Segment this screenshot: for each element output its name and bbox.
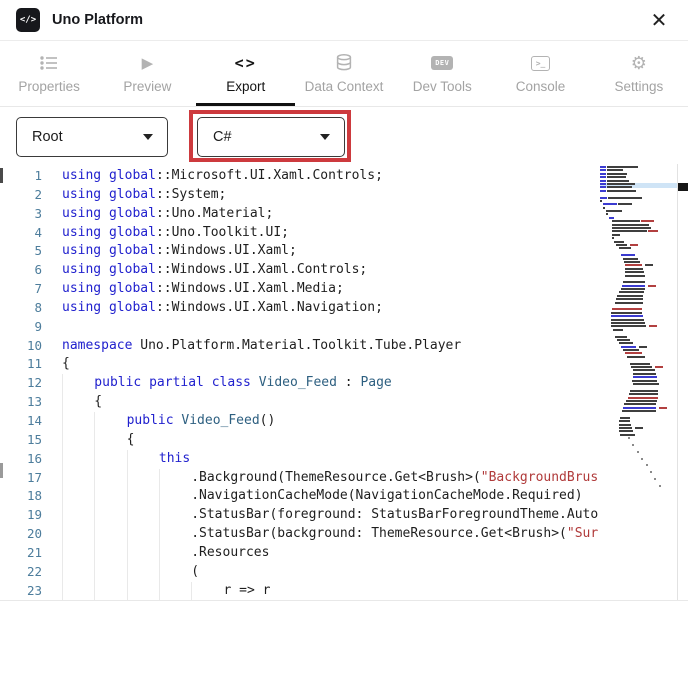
minimap-divider (677, 164, 678, 600)
root-element-select[interactable]: Root (16, 117, 168, 157)
tab-label: Console (516, 79, 566, 94)
properties-list-icon (40, 53, 58, 73)
tab-preview[interactable]: ▶ Preview (98, 41, 196, 106)
tab-data-context[interactable]: Data Context (295, 41, 393, 106)
chevron-down-icon (143, 134, 153, 140)
vertical-scrollbar-thumb[interactable] (678, 183, 688, 191)
tab-label: Data Context (305, 79, 384, 94)
minimap[interactable] (600, 166, 677, 596)
gear-icon: ⚙ (631, 53, 647, 73)
tab-properties[interactable]: Properties (0, 41, 98, 106)
code-brackets-icon: <> (235, 53, 257, 73)
bottom-bar (0, 600, 688, 673)
database-icon (336, 53, 352, 73)
chevron-down-icon (320, 134, 330, 140)
editor-edge-mark (0, 168, 3, 183)
root-select-value: Root (32, 129, 63, 145)
close-icon[interactable]: ✕ (646, 7, 672, 33)
active-tab-underline (196, 103, 295, 106)
tab-label: Export (226, 79, 265, 94)
play-icon: ▶ (142, 53, 154, 73)
export-language-select[interactable]: C# (197, 117, 345, 157)
uno-platform-logo-icon: </> (16, 8, 40, 32)
title-bar: </> Uno Platform ✕ (0, 0, 688, 41)
uno-platform-window: </> Uno Platform ✕ Properties ▶ Preview … (0, 0, 688, 673)
code-editor[interactable]: 1using global::Microsoft.UI.Xaml.Control… (0, 164, 688, 600)
tab-export[interactable]: <> Export (197, 41, 295, 106)
code-content: 1using global::Microsoft.UI.Xaml.Control… (0, 167, 598, 600)
tab-label: Settings (614, 79, 663, 94)
tab-label: Dev Tools (413, 79, 472, 94)
terminal-icon: >_ (531, 56, 550, 71)
language-select-value: C# (213, 129, 232, 145)
tab-console[interactable]: >_ Console (491, 41, 589, 106)
tab-bar: Properties ▶ Preview <> Export Data Cont… (0, 41, 688, 107)
tab-label: Properties (18, 79, 80, 94)
tab-dev-tools[interactable]: DEV Dev Tools (393, 41, 491, 106)
tab-label: Preview (123, 79, 171, 94)
dev-badge-icon: DEV (431, 56, 453, 70)
window-title: Uno Platform (52, 12, 143, 28)
tab-settings[interactable]: ⚙ Settings (590, 41, 688, 106)
editor-edge-mark (0, 463, 3, 478)
